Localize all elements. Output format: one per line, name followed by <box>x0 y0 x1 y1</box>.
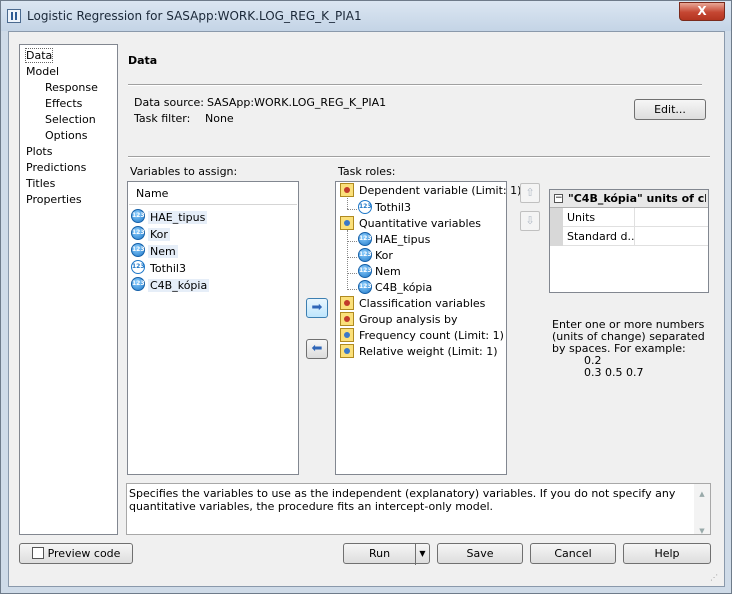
list-item[interactable]: 123 Tothil3 <box>131 260 188 278</box>
numeric-variable-icon: 123 <box>358 280 372 294</box>
role-classification[interactable]: Classification variables <box>340 296 485 313</box>
grid-row-units[interactable]: Units <box>563 208 708 227</box>
nav-item-selection[interactable]: Selection <box>20 112 117 128</box>
nav-item-plots[interactable]: Plots <box>20 144 117 160</box>
variables-label: Variables to assign: <box>130 165 238 178</box>
role-group-analysis[interactable]: Group analysis by <box>340 312 458 329</box>
numeric-variable-icon: 123 <box>131 277 145 291</box>
title-bar[interactable]: Logistic Regression for SASApp:WORK.LOG_… <box>1 1 731 31</box>
list-item[interactable]: 123 Nem <box>131 243 178 261</box>
collapse-icon[interactable]: − <box>554 194 563 203</box>
variables-list[interactable]: Name 123 HAE_tipus 123 Kor 123 Nem 123 Tothi… <box>127 181 299 475</box>
save-button[interactable]: Save <box>437 543 523 564</box>
preview-code-icon <box>31 547 44 559</box>
preview-code-button[interactable]: Preview code <box>19 543 133 564</box>
task-filter-value: None <box>205 112 234 125</box>
task-roles-tree[interactable]: Dependent variable (Limit: 1) 123 Tothil3… <box>335 181 521 475</box>
nav-item-predictions[interactable]: Predictions <box>20 160 117 176</box>
role-assigned-variable[interactable]: 123 Kor <box>358 248 393 265</box>
section-title: Data <box>128 54 158 67</box>
task-roles-label: Task roles: <box>338 165 396 178</box>
role-icon <box>340 344 354 358</box>
role-icon <box>340 183 354 197</box>
numeric-variable-icon: 123 <box>358 264 372 278</box>
role-icon <box>340 216 354 230</box>
divider <box>128 84 702 86</box>
task-navigation: Data Model Response Effects Selection Op… <box>19 44 118 535</box>
role-quantitative[interactable]: Quantitative variables <box>340 216 481 233</box>
app-icon <box>7 9 21 23</box>
grid-row-standard-deviation[interactable]: Standard d... <box>563 227 708 246</box>
chevron-down-icon[interactable]: ▼ <box>415 544 429 565</box>
numeric-variable-icon: 123 <box>131 260 145 274</box>
cancel-button[interactable]: Cancel <box>530 543 616 564</box>
dialog-body: Data Model Response Effects Selection Op… <box>8 31 725 587</box>
numeric-variable-icon: 123 <box>131 209 145 223</box>
close-button[interactable]: X <box>679 2 725 21</box>
role-relative-weight[interactable]: Relative weight (Limit: 1) <box>340 344 498 361</box>
role-icon <box>340 328 354 342</box>
numeric-variable-icon: 123 <box>358 232 372 246</box>
role-assigned-variable[interactable]: 123 HAE_tipus <box>358 232 430 249</box>
description-scrollbar[interactable]: ▲ ▼ <box>694 484 710 535</box>
name-column-header[interactable]: Name <box>129 183 297 205</box>
arrow-left-icon[interactable]: ⬅ <box>306 339 328 359</box>
numeric-variable-icon: 123 <box>131 226 145 240</box>
role-icon <box>340 296 354 310</box>
resize-grip[interactable]: ⋰ <box>710 573 720 583</box>
divider <box>128 156 710 158</box>
nav-item-data[interactable]: Data <box>20 48 117 64</box>
numeric-variable-icon: 123 <box>131 243 145 257</box>
role-frequency-count[interactable]: Frequency count (Limit: 1) <box>340 328 504 345</box>
nav-item-titles[interactable]: Titles <box>20 176 117 192</box>
numeric-variable-icon: 123 <box>358 248 372 262</box>
role-assigned-variable[interactable]: 123 Tothil3 <box>358 200 411 217</box>
role-assigned-variable[interactable]: 123 C4B_kópia <box>358 280 432 297</box>
description-panel: Specifies the variables to use as the in… <box>126 483 711 535</box>
nav-item-response[interactable]: Response <box>20 80 117 96</box>
nav-item-properties[interactable]: Properties <box>20 192 117 208</box>
dialog-window: Logistic Regression for SASApp:WORK.LOG_… <box>0 0 732 594</box>
data-source-label: Data source: <box>134 96 204 109</box>
arrow-down-icon[interactable]: ⇩ <box>520 211 540 231</box>
data-source-value: SASApp:WORK.LOG_REG_K_PIA1 <box>207 96 387 109</box>
help-button[interactable]: Help <box>623 543 711 564</box>
role-icon <box>340 312 354 326</box>
edit-button[interactable]: Edit... <box>634 99 706 120</box>
list-item[interactable]: 123 Kor <box>131 226 170 244</box>
nav-item-model[interactable]: Model <box>20 64 117 80</box>
list-item[interactable]: 123 C4B_kópia <box>131 277 210 295</box>
nav-item-effects[interactable]: Effects <box>20 96 117 112</box>
arrow-right-icon[interactable]: ➡ <box>306 298 328 318</box>
role-assigned-variable[interactable]: 123 Nem <box>358 264 401 281</box>
units-of-change-grid[interactable]: − "C4B_kópia" units of ch... Units Stand… <box>549 189 709 293</box>
arrow-up-icon[interactable]: ⇧ <box>520 183 540 203</box>
numeric-variable-icon: 123 <box>358 200 372 214</box>
grid-header[interactable]: − "C4B_kópia" units of ch... <box>550 190 708 208</box>
nav-item-options[interactable]: Options <box>20 128 117 144</box>
window-title: Logistic Regression for SASApp:WORK.LOG_… <box>27 9 362 23</box>
task-filter-label: Task filter: <box>134 112 191 125</box>
units-help-text: Enter one or more numbers (units of chan… <box>552 318 705 379</box>
role-dependent[interactable]: Dependent variable (Limit: 1) <box>340 183 521 200</box>
list-item[interactable]: 123 HAE_tipus <box>131 209 208 227</box>
